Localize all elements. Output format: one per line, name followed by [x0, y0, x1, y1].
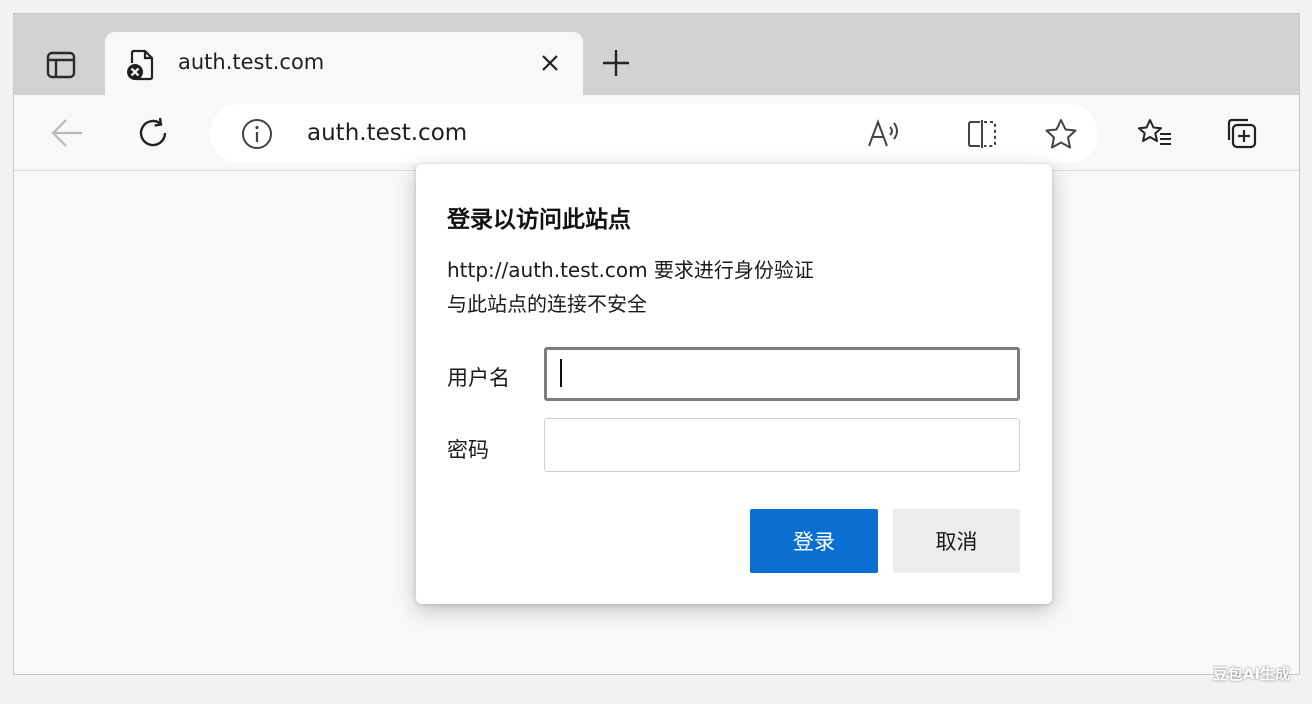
tab-strip: auth.test.com [14, 14, 1299, 95]
favorites-button[interactable] [1135, 113, 1175, 153]
info-icon[interactable] [241, 118, 273, 150]
auth-dialog: 登录以访问此站点 http://auth.test.com 要求进行身份验证 与… [416, 164, 1052, 604]
dialog-message-auth: http://auth.test.com 要求进行身份验证 [447, 258, 814, 282]
tab-close-button[interactable] [537, 50, 563, 76]
close-icon [542, 55, 558, 71]
username-field[interactable] [544, 347, 1020, 401]
watermark: 豆包AI生成 [1212, 665, 1290, 683]
read-aloud-button[interactable] [864, 114, 904, 154]
collections-button[interactable] [1221, 113, 1261, 153]
text-caret [560, 359, 562, 387]
password-label: 密码 [447, 438, 489, 462]
password-input[interactable] [545, 419, 1019, 471]
new-tab-button[interactable] [599, 46, 633, 80]
split-screen-button[interactable] [962, 114, 1002, 154]
tab-actions-icon [46, 51, 76, 79]
back-arrow-icon [51, 119, 82, 147]
tab-active[interactable]: auth.test.com [105, 32, 583, 95]
tab-title: auth.test.com [178, 50, 325, 74]
tab-actions-button[interactable] [38, 46, 84, 84]
dialog-title: 登录以访问此站点 [447, 207, 631, 233]
username-label: 用户名 [447, 366, 510, 390]
plus-icon [603, 50, 629, 76]
dialog-message-insecure: 与此站点的连接不安全 [447, 292, 647, 316]
read-aloud-icon [868, 119, 898, 147]
password-field[interactable] [544, 418, 1020, 472]
page-error-icon [127, 49, 154, 81]
back-button[interactable] [47, 113, 87, 153]
favorites-list-icon [1138, 119, 1171, 145]
split-screen-icon [968, 120, 996, 148]
login-button[interactable]: 登录 [750, 509, 878, 573]
address-url[interactable]: auth.test.com [307, 120, 467, 146]
collections-icon [1227, 118, 1257, 149]
username-input[interactable] [547, 350, 1017, 398]
toolbar: auth.test.com [14, 95, 1299, 171]
refresh-button[interactable] [134, 113, 174, 153]
favorite-button[interactable] [1041, 114, 1081, 154]
favorite-star-icon [1045, 119, 1077, 149]
refresh-icon [139, 117, 167, 147]
cancel-button[interactable]: 取消 [893, 509, 1020, 573]
address-bar[interactable]: auth.test.com [210, 104, 1098, 163]
